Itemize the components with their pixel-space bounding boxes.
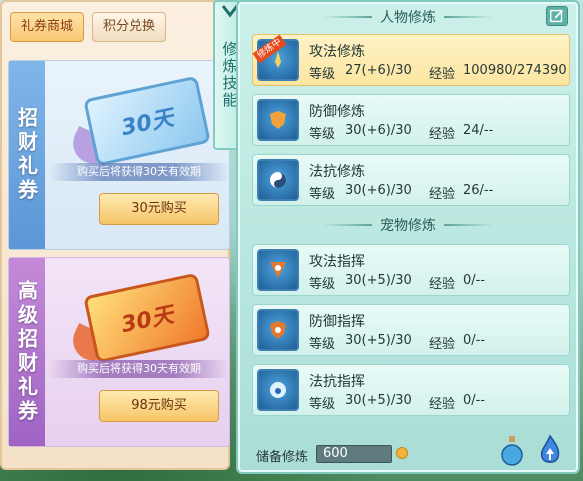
shield-icon [257, 99, 299, 141]
reserve-label: 储备修炼 [256, 450, 309, 465]
exp-label: 经验 [429, 187, 456, 202]
reserve-value: 600 [316, 445, 392, 463]
edit-icon[interactable] [546, 6, 568, 26]
section-pet: 宠物修炼 [238, 214, 578, 236]
skill-name: 法抗修炼 [309, 164, 365, 180]
ticket-icon: 30天 [83, 75, 211, 167]
cultivation-panel: 人物修炼 修炼中 攻法修炼 等级 27(+6)/30 经验 100980/274… [236, 0, 580, 474]
skill-row-defense[interactable]: 防御修炼 等级 30(+6)/30 经验 24/-- [252, 94, 570, 146]
level-value: 30(+5)/30 [345, 393, 412, 408]
tab-gift-mall[interactable]: 礼券商城 [10, 12, 85, 42]
level-label: 等级 [309, 337, 336, 352]
level-label: 等级 [309, 67, 336, 82]
level-value: 30(+6)/30 [345, 123, 412, 138]
divider [322, 16, 372, 18]
level-label: 等级 [309, 397, 336, 412]
coin-icon [396, 447, 408, 459]
divider [444, 16, 494, 18]
skill-row-attack[interactable]: 修炼中 攻法修炼 等级 27(+6)/30 经验 100980/274390 [252, 34, 570, 86]
gift-title: 高级招财礼券 [9, 258, 45, 446]
skill-row-resist[interactable]: 法抗修炼 等级 30(+6)/30 经验 26/-- [252, 154, 570, 206]
exp-label: 经验 [429, 67, 456, 82]
level-value: 30(+5)/30 [345, 333, 412, 348]
exp-value: 0/-- [463, 333, 486, 348]
gift-description: 购买后将获得30天有效期 [49, 163, 229, 181]
level-value: 27(+6)/30 [345, 63, 412, 78]
ticket-icon: 30天 [83, 272, 211, 364]
exp-value: 26/-- [463, 183, 494, 198]
exp-label: 经验 [429, 277, 456, 292]
section-title: 宠物修炼 [380, 218, 436, 234]
ticket-text: 30天 [119, 302, 176, 339]
skill-row-pet-attack[interactable]: 攻法指挥 等级 30(+5)/30 经验 0/-- [252, 244, 570, 296]
level-label: 等级 [309, 277, 336, 292]
tab-points-exchange[interactable]: 积分兑换 [92, 12, 167, 42]
skill-name: 防御修炼 [309, 104, 365, 120]
exp-value: 0/-- [463, 393, 486, 408]
buy-98-button[interactable]: 98元购买 [99, 390, 219, 422]
ticket-text: 30天 [119, 105, 176, 142]
skill-name: 攻法修炼 [309, 44, 365, 60]
gift-card-basic: 招财礼券 30天 购买后将获得30天有效期 30元购买 [8, 60, 230, 250]
gift-title: 招财礼券 [9, 61, 45, 249]
shop-tabs: 礼券商城 积分兑换 [10, 12, 167, 42]
section-title: 人物修炼 [380, 10, 436, 26]
exp-value: 100980/274390 [463, 63, 567, 78]
paw-shield-icon [257, 309, 299, 351]
gift-card-premium: 高级招财礼券 30天 购买后将获得30天有效期 98元购买 [8, 257, 230, 447]
level-value: 30(+5)/30 [345, 273, 412, 288]
skill-name: 法抗指挥 [309, 374, 365, 390]
exp-value: 0/-- [463, 273, 486, 288]
gift-shop-panel: 礼券商城 积分兑换 招财礼券 30天 购买后将获得30天有效期 30元购买 高级… [0, 0, 230, 470]
exp-label: 经验 [429, 337, 456, 352]
flame-upgrade-icon[interactable] [538, 434, 562, 466]
level-value: 30(+6)/30 [345, 183, 412, 198]
level-label: 等级 [309, 187, 336, 202]
level-label: 等级 [309, 127, 336, 142]
exp-label: 经验 [429, 397, 456, 412]
skill-name: 攻法指挥 [309, 254, 365, 270]
exp-value: 24/-- [463, 123, 494, 138]
section-character: 人物修炼 [238, 6, 578, 28]
yin-yang-icon [257, 159, 299, 201]
exp-label: 经验 [429, 127, 456, 142]
potion-icon[interactable] [500, 434, 524, 466]
divider [444, 224, 494, 226]
divider [322, 224, 372, 226]
skill-row-pet-defense[interactable]: 防御指挥 等级 30(+5)/30 经验 0/-- [252, 304, 570, 356]
skill-name: 防御指挥 [309, 314, 365, 330]
skill-row-pet-resist[interactable]: 法抗指挥 等级 30(+5)/30 经验 0/-- [252, 364, 570, 416]
gift-description: 购买后将获得30天有效期 [49, 360, 229, 378]
paw-flag-icon [257, 249, 299, 291]
buy-30-button[interactable]: 30元购买 [99, 193, 219, 225]
paw-orb-icon [257, 369, 299, 411]
